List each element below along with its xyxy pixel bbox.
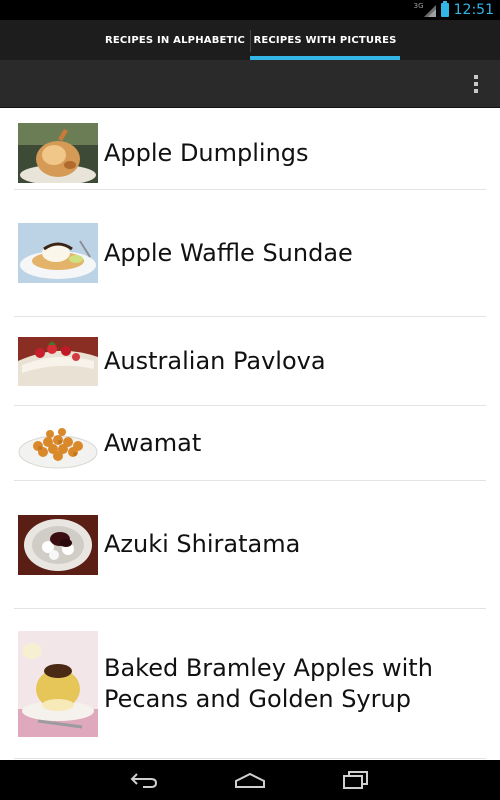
overflow-menu-icon[interactable] [466,74,486,94]
tab-label: RECIPES WITH PICTURES [253,34,397,46]
signal-bars-icon [423,5,436,17]
navigation-bar [0,760,500,800]
signal-icon: 3G [413,2,436,17]
tab-bar: RECIPES IN ALPHABETIC RECIPES WITH PICTU… [0,20,500,60]
back-icon[interactable] [124,765,164,795]
recent-apps-icon[interactable] [336,765,376,795]
status-bar: 3G 12:51 [0,0,500,20]
list-item-australian-pavlova[interactable]: Australian Pavlova [14,317,486,406]
clock: 12:51 [453,2,494,18]
recipe-name: Australian Pavlova [104,346,326,375]
australian-pavlova-photo [18,336,98,386]
action-bar [0,60,500,108]
list-item-apple-waffle-sundae[interactable]: Apple Waffle Sundae [14,190,486,317]
network-type: 3G [413,2,424,10]
tab-recipes-alphabetic[interactable]: RECIPES IN ALPHABETIC [100,20,250,60]
azuki-shiratama-photo [18,514,98,575]
apple-waffle-sundae-photo [18,223,98,283]
tab-label: RECIPES IN ALPHABETIC [104,34,246,46]
apple-dumplings-photo [18,123,98,183]
recipe-name: Apple Waffle Sundae [104,238,353,267]
tab-recipes-with-pictures[interactable]: RECIPES WITH PICTURES [250,20,400,60]
awamat-photo [18,416,98,470]
list-item-azuki-shiratama[interactable]: Azuki Shiratama [14,481,486,609]
home-icon[interactable] [230,765,270,795]
baked-bramley-apples-photo [18,630,98,737]
recipe-name: Apple Dumplings [104,138,309,167]
recipe-name: Awamat [104,428,202,457]
list-item-baked-bramley-apples[interactable]: Baked Bramley Apples with Pecans and Gol… [14,609,486,759]
recipe-list[interactable]: Apple Dumplings Apple Waffle Sundae Aust… [0,109,500,760]
recipe-name: Baked Bramley Apples with Pecans and Gol… [104,653,433,713]
battery-icon [440,1,449,17]
list-item-apple-dumplings[interactable]: Apple Dumplings [14,117,486,190]
list-item-awamat[interactable]: Awamat [14,406,486,481]
recipe-name: Azuki Shiratama [104,530,301,558]
